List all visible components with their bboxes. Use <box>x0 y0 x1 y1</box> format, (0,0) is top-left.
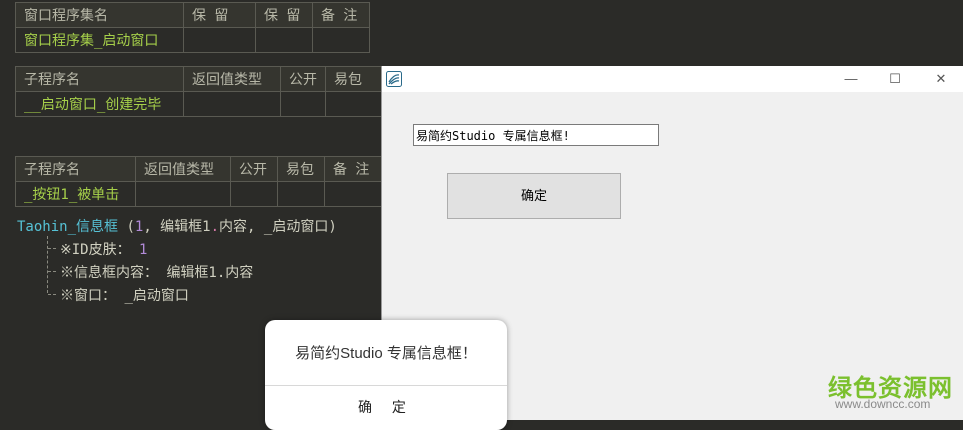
function-name: Taohin_信息框 <box>17 219 119 235</box>
arg-window: , _启动窗口) <box>247 219 337 235</box>
dialog-divider <box>265 385 507 386</box>
param-skin-id: ※ID皮肤： 1 <box>60 242 148 258</box>
public-cell[interactable] <box>230 181 278 207</box>
header-epkg: 易包 <box>277 156 325 182</box>
param-window: ※窗口： _启动窗口 <box>60 288 189 304</box>
return-type-cell[interactable] <box>135 181 231 207</box>
param-message-content: ※信息框内容： 编辑框1.内容 <box>60 265 254 281</box>
assembly-name-cell[interactable]: 窗口程序集_启动窗口 <box>15 27 184 53</box>
app-icon <box>386 71 402 87</box>
subroutine-table-2: 子程序名 返回值类型 公开 易包 备 注 _按钮1_被单击 <box>15 156 382 207</box>
header-note: 备 注 <box>312 2 370 28</box>
return-type-cell[interactable] <box>183 91 281 117</box>
assembly-table: 窗口程序集名 保 留 保 留 备 注 窗口程序集_启动窗口 <box>15 2 370 53</box>
param-tree-tick <box>48 248 56 249</box>
header-public: 公开 <box>280 66 326 92</box>
header-public: 公开 <box>230 156 278 182</box>
ok-button[interactable]: 确定 <box>447 173 621 219</box>
header-subroutine-name: 子程序名 <box>15 66 184 92</box>
reserved-cell-2[interactable] <box>255 27 313 53</box>
subroutine-name-cell[interactable]: _按钮1_被单击 <box>15 181 136 207</box>
header-assembly-name: 窗口程序集名 <box>15 2 184 28</box>
header-reserved-1: 保 留 <box>183 2 256 28</box>
header-subroutine-name: 子程序名 <box>15 156 136 182</box>
dialog-message: 易简约Studio 专属信息框！ <box>295 345 477 362</box>
arg-content: 内容 <box>219 219 248 235</box>
minimize-button[interactable]: — <box>828 66 874 92</box>
watermark-url: www.downcc.com <box>835 397 931 411</box>
code-line[interactable]: Taohin_信息框 (1, 编辑框1.内容, _启动窗口) <box>17 216 337 236</box>
epkg-cell[interactable] <box>277 181 325 207</box>
close-button[interactable]: ✕ <box>918 66 963 92</box>
header-reserved-2: 保 留 <box>255 2 313 28</box>
subroutine-name-cell[interactable]: __启动窗口_创建完毕 <box>15 91 184 117</box>
header-note: 备 注 <box>324 156 382 182</box>
header-return-type: 返回值类型 <box>183 66 281 92</box>
public-cell[interactable] <box>280 91 326 117</box>
editbox-1[interactable]: 易简约Studio 专属信息框! <box>413 124 659 146</box>
param-tree-tick <box>48 271 56 272</box>
message-dialog: 易简约Studio 专属信息框！ 确 定 <box>265 320 507 430</box>
subroutine-table-1: 子程序名 返回值类型 公开 易包 __启动窗口_创建完毕 <box>15 66 383 117</box>
reserved-cell-1[interactable] <box>183 27 256 53</box>
header-epkg: 易包 <box>325 66 383 92</box>
param-tree-tick <box>48 294 56 295</box>
maximize-button[interactable]: ☐ <box>872 66 918 92</box>
title-bar[interactable]: — ☐ ✕ <box>382 66 963 92</box>
note-cell[interactable] <box>312 27 370 53</box>
param-tree-guide <box>47 236 48 293</box>
note-cell[interactable] <box>324 181 382 207</box>
dialog-ok-button[interactable]: 确 定 <box>265 397 507 417</box>
header-return-type: 返回值类型 <box>135 156 231 182</box>
open-paren: ( <box>118 219 135 235</box>
epkg-cell[interactable] <box>325 91 383 117</box>
member-dot: . <box>210 219 220 235</box>
arg-editbox: , 编辑框1 <box>143 219 211 235</box>
